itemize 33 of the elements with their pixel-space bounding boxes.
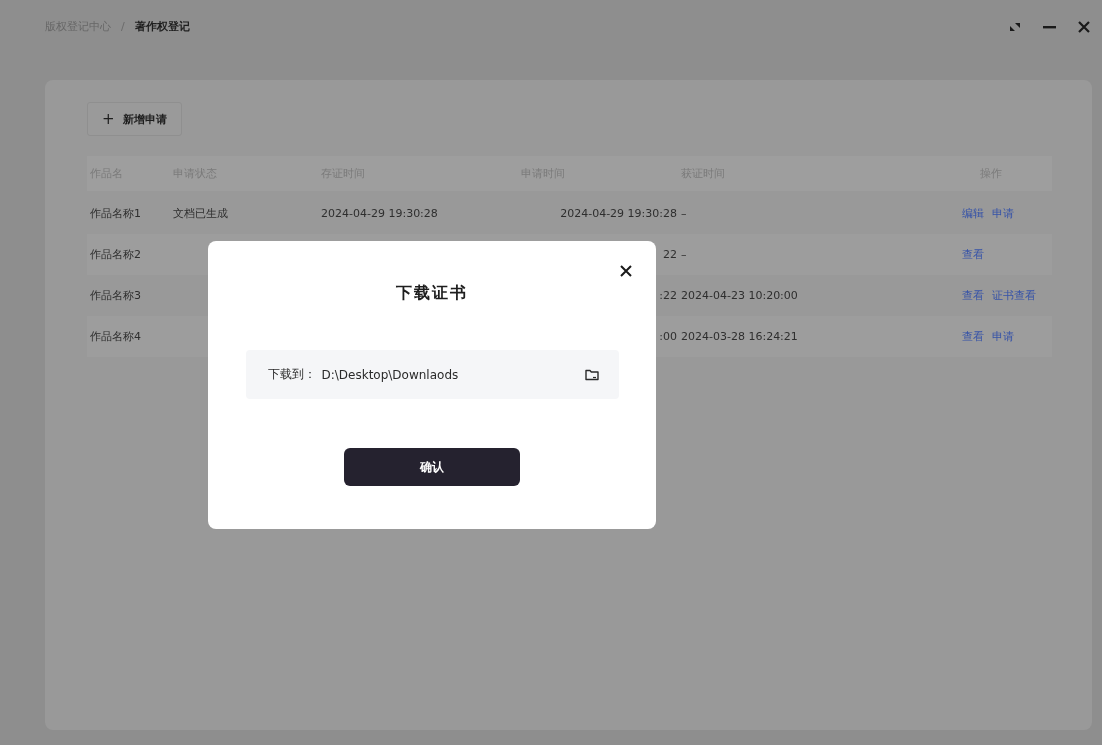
minimize-icon[interactable] — [1043, 25, 1056, 29]
action-link[interactable]: 查看 — [962, 247, 984, 262]
download-path-field[interactable]: 下载到： D:\Desktop\Downlaods — [245, 350, 619, 399]
folder-icon[interactable] — [584, 368, 599, 381]
restore-icon[interactable] — [1009, 21, 1021, 33]
table-cell: :00 — [659, 330, 677, 343]
breadcrumb-separator: / — [121, 19, 125, 33]
confirm-button[interactable]: 确认 — [344, 448, 520, 486]
table-cell: 作品名称1 — [90, 207, 141, 220]
table-cell: 2024-03-28 16:24:21 — [681, 330, 798, 343]
dialog-title: 下载证书 — [396, 283, 468, 304]
table-cell: 22 — [663, 248, 677, 261]
table-cell: 文档已生成 — [173, 207, 228, 220]
action-link[interactable]: 证书查看 — [992, 288, 1036, 303]
action-link[interactable]: 申请 — [992, 206, 1014, 221]
action-link[interactable]: 查看 — [962, 288, 984, 303]
action-link[interactable]: 申请 — [992, 329, 1014, 344]
action-link[interactable]: 查看 — [962, 329, 984, 344]
table-cell: 2024-04-29 19:30:28 — [560, 207, 677, 220]
table-cell: :22 — [659, 289, 677, 302]
table-cell: 2024-04-29 19:30:28 — [321, 207, 438, 220]
table-cell: 作品名称3 — [90, 289, 141, 302]
add-application-button[interactable]: + 新增申请 — [87, 102, 182, 136]
table-cell: 作品名称4 — [90, 330, 141, 343]
path-label: 下载到： — [267, 366, 316, 383]
table-cell: – — [681, 248, 687, 261]
action-link[interactable]: 编辑 — [962, 206, 984, 221]
table-cell: 作品名称2 — [90, 248, 141, 261]
path-value: D:\Desktop\Downlaods — [321, 367, 460, 382]
breadcrumb-item: 著作权登记 — [134, 18, 190, 34]
table-cell: 2024-04-23 10:20:00 — [681, 289, 798, 302]
close-icon[interactable] — [620, 265, 632, 277]
table-cell: – — [681, 207, 687, 220]
